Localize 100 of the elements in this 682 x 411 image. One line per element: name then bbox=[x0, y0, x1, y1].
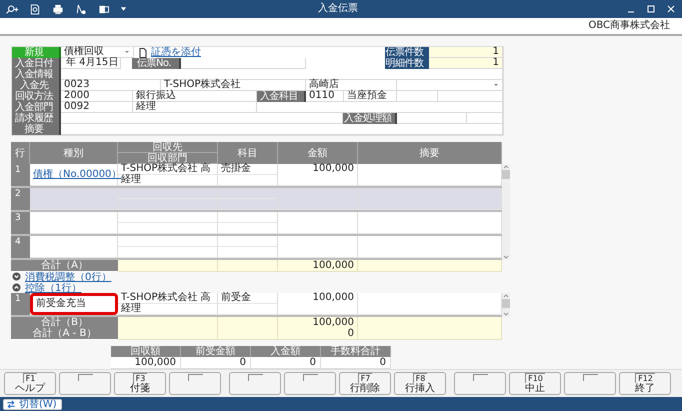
table-cell bbox=[218, 212, 278, 223]
scroll-down-icon[interactable] bbox=[502, 254, 510, 260]
processed-label: 入金処理額 bbox=[343, 113, 397, 124]
caret-icon bbox=[124, 50, 130, 54]
function-key[interactable]: F7 行削除 bbox=[339, 372, 391, 395]
total-label: 合計（A - B） bbox=[11, 328, 118, 340]
column-header: 前受金額 bbox=[181, 346, 251, 357]
table-cell: T-SHOP株式会社 高 bbox=[118, 164, 218, 175]
date-label: 入金日付 bbox=[12, 58, 61, 69]
scroll-up-icon[interactable] bbox=[502, 164, 510, 170]
function-key[interactable]: F8 行挿入 bbox=[394, 372, 446, 395]
dept-label: 入金部門 bbox=[12, 102, 61, 113]
function-key[interactable] bbox=[564, 372, 616, 395]
scrollbar-thumb[interactable] bbox=[502, 170, 510, 179]
function-key[interactable] bbox=[169, 372, 221, 395]
slip-no-label: 伝票No. bbox=[132, 58, 181, 69]
table-row[interactable]: 2 bbox=[11, 188, 502, 212]
collapse-icon[interactable] bbox=[12, 283, 21, 292]
preview-icon[interactable] bbox=[28, 4, 42, 14]
history-label: 請求履歴 bbox=[12, 113, 61, 124]
row-number: 1 bbox=[11, 293, 30, 315]
account-code-field[interactable]: 0110 bbox=[306, 91, 344, 102]
table-cell bbox=[218, 199, 278, 210]
row-number: 2 bbox=[11, 188, 30, 210]
table-row[interactable]: 3 bbox=[11, 212, 502, 236]
payer-label: 入金先 bbox=[12, 80, 61, 91]
method-label: 回収方法 bbox=[12, 91, 61, 102]
table-cell bbox=[218, 236, 278, 247]
column-header: 種別 bbox=[30, 142, 118, 164]
total-cell: 0 bbox=[278, 328, 358, 340]
pen-icon[interactable] bbox=[74, 4, 88, 14]
table-cell bbox=[218, 175, 278, 186]
expand-icon[interactable] bbox=[12, 272, 21, 281]
history-field[interactable] bbox=[61, 113, 343, 124]
scrollbar-thumb[interactable] bbox=[502, 299, 510, 308]
column-header: 科目 bbox=[218, 142, 278, 164]
table-row[interactable]: 1 前受金充当 T-SHOP株式会社 高 前受金 100,000 経理 bbox=[11, 293, 502, 317]
attach-link[interactable]: 証憑を添付 bbox=[151, 48, 201, 58]
detail-count-label: 明細件数 bbox=[385, 58, 429, 69]
column-header: 回収部門 bbox=[118, 153, 218, 164]
total-cell: 100,000 bbox=[278, 260, 358, 272]
table-cell: 100,000 bbox=[278, 164, 358, 186]
table-cell bbox=[218, 247, 278, 258]
column-header: 回収額 bbox=[111, 346, 181, 357]
scrollbar[interactable] bbox=[502, 164, 510, 260]
type-dropdown[interactable]: 債権回収 bbox=[61, 47, 134, 58]
dropdown-icon[interactable] bbox=[120, 6, 127, 12]
scroll-down-icon[interactable] bbox=[502, 311, 510, 317]
table-row[interactable]: 1 債権（No.00000）T-SHOP株式会社 高 売掛金 100,000 経理 bbox=[11, 164, 502, 188]
function-key[interactable] bbox=[454, 372, 506, 395]
column-header: 手数料合計 bbox=[321, 346, 391, 357]
row-number: 4 bbox=[11, 236, 30, 258]
switch-button[interactable]: 切替(W) bbox=[3, 398, 62, 410]
column-header: 入金額 bbox=[251, 346, 321, 357]
function-key[interactable] bbox=[284, 372, 336, 395]
payer-name-field: T-SHOP株式会社 bbox=[161, 80, 306, 91]
dept-code-field[interactable]: 0092 bbox=[61, 102, 133, 113]
table-cell: 売掛金 bbox=[218, 164, 278, 175]
function-key[interactable]: F1 ヘルプ bbox=[4, 372, 56, 395]
row-number: 3 bbox=[11, 212, 30, 234]
printer-icon[interactable] bbox=[51, 4, 65, 14]
function-key[interactable] bbox=[59, 372, 111, 395]
slip-count-label: 伝票件数 bbox=[385, 47, 429, 58]
column-header: 摘要 bbox=[358, 142, 502, 164]
payer-code-field[interactable]: 0023 bbox=[61, 80, 161, 91]
close-icon[interactable] bbox=[666, 4, 676, 14]
slip-no-field[interactable] bbox=[181, 58, 306, 69]
function-key[interactable]: F12 終了 bbox=[619, 372, 671, 395]
maximize-icon[interactable] bbox=[646, 4, 656, 14]
company-name: OBC商事株式会社 bbox=[588, 20, 670, 32]
account-name-field: 当座預金 bbox=[344, 91, 397, 102]
info-field[interactable] bbox=[61, 69, 503, 80]
scroll-up-icon[interactable] bbox=[502, 293, 510, 299]
table-cell bbox=[218, 188, 278, 199]
total-cell: 100,000 bbox=[278, 317, 358, 329]
slip-count-value: 1 bbox=[429, 47, 503, 58]
account-label: 入金科目 bbox=[257, 91, 306, 102]
window-title: 入金伝票 bbox=[318, 2, 358, 16]
table-cell: 前受金 bbox=[218, 293, 278, 304]
processed-field[interactable] bbox=[397, 113, 467, 124]
processed-field[interactable] bbox=[467, 113, 503, 124]
payer-branch-field: 高崎店 bbox=[306, 80, 397, 91]
memo-field[interactable] bbox=[61, 124, 503, 135]
function-key[interactable]: F3 付箋 bbox=[114, 372, 166, 395]
table-cell: 100,000 bbox=[111, 357, 181, 369]
table-cell bbox=[218, 223, 278, 234]
method-code-field[interactable]: 2000 bbox=[61, 91, 133, 102]
function-key[interactable] bbox=[229, 372, 281, 395]
column-header: 回収先 bbox=[118, 142, 218, 153]
scrollbar[interactable] bbox=[502, 293, 510, 317]
date-field[interactable]: 年 4月15日 bbox=[61, 58, 121, 69]
mode-label: 新規 bbox=[12, 47, 61, 58]
dept-name-field: 経理 bbox=[133, 102, 257, 113]
table-row[interactable]: 4 bbox=[11, 236, 502, 260]
branch-dropdown[interactable] bbox=[397, 80, 503, 91]
detail-count-value: 1 bbox=[429, 58, 503, 69]
table-cell: 経理 bbox=[118, 304, 218, 315]
section-link[interactable]: 控除（1行） bbox=[25, 280, 82, 294]
function-key[interactable]: F10 中止 bbox=[509, 372, 561, 395]
zoom-in-icon[interactable] bbox=[5, 4, 19, 14]
